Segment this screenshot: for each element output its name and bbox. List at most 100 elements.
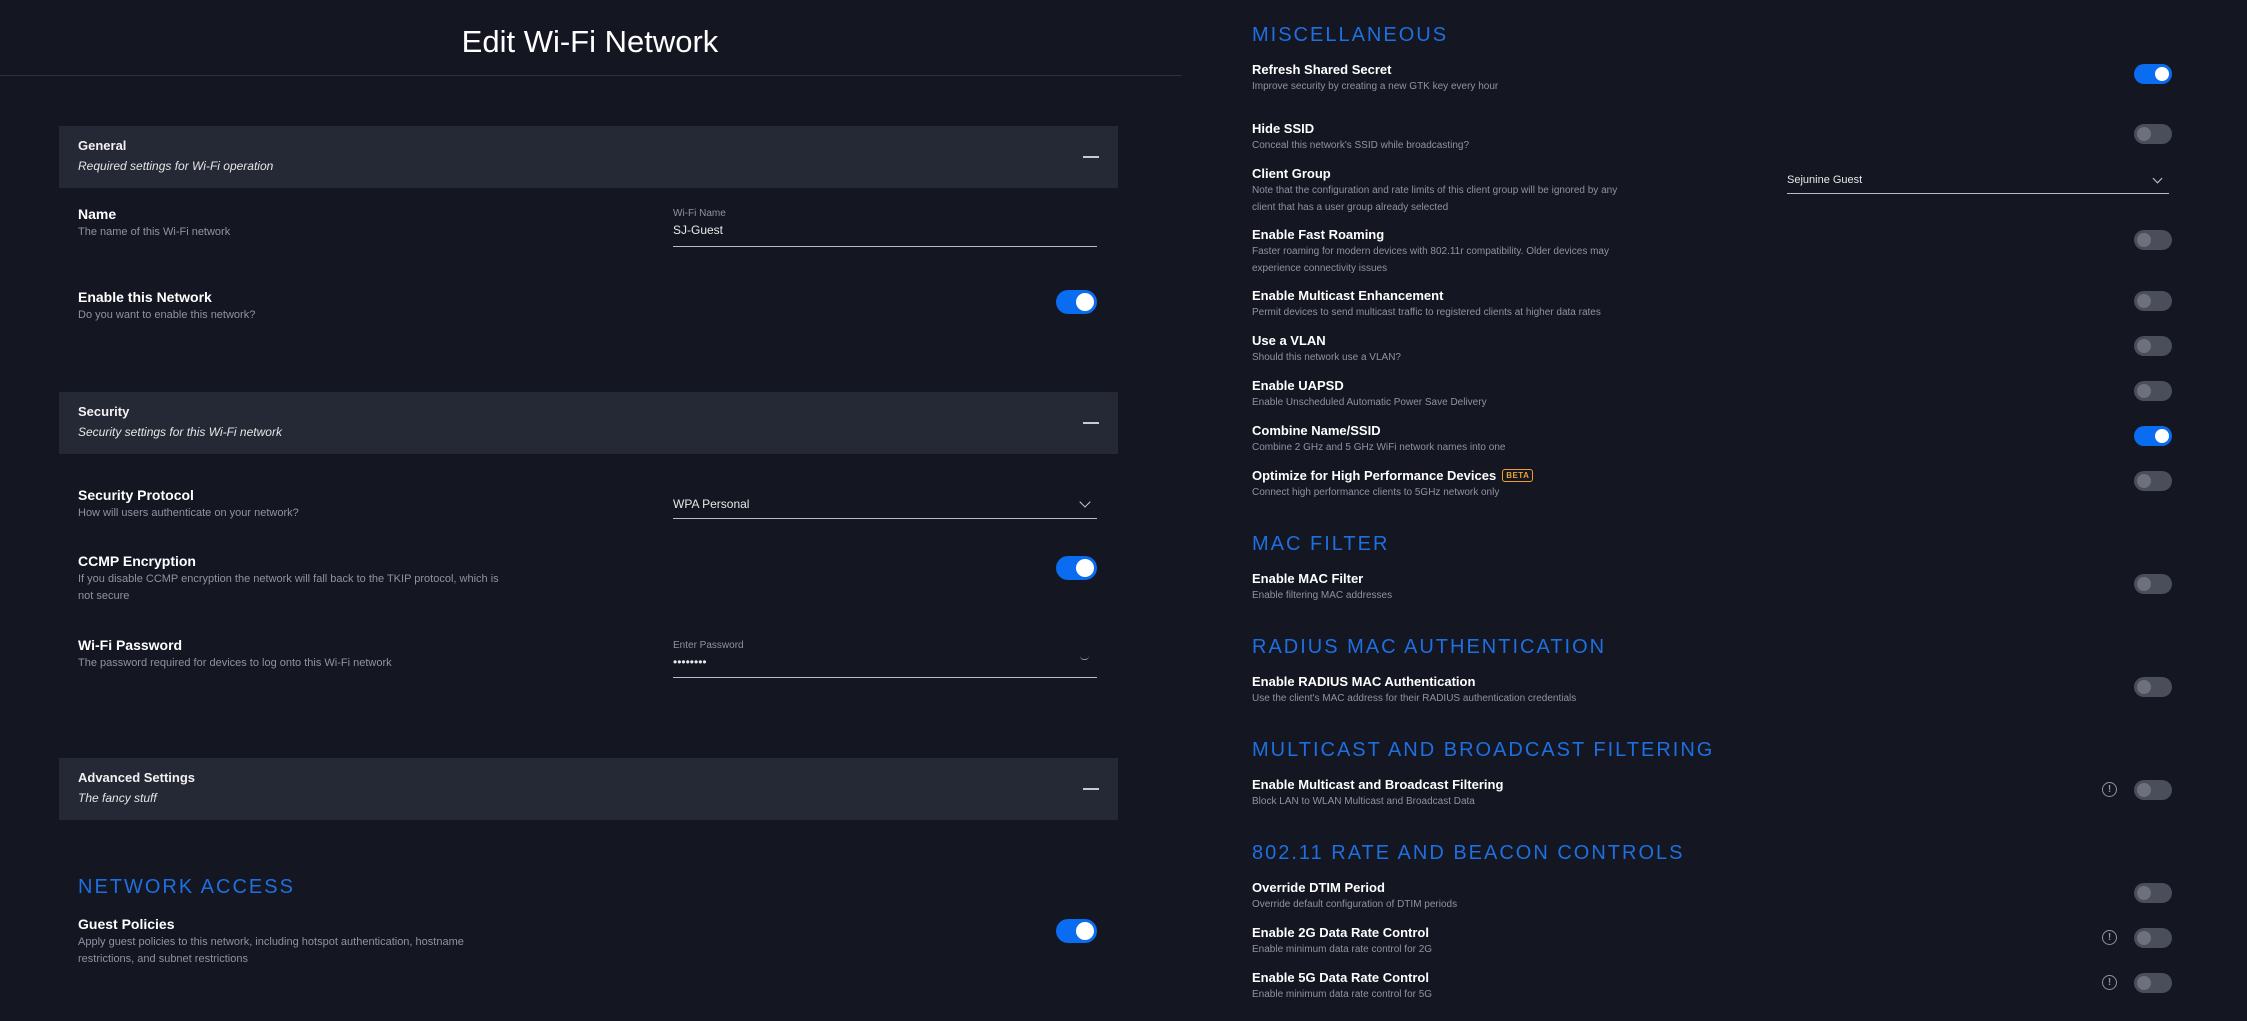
ccmp-description: If you disable CCMP encryption the netwo…: [78, 571, 499, 605]
fast-roaming-setting: Enable Fast Roaming Faster roaming for m…: [1252, 227, 1609, 277]
ccmp-description-line1: If you disable CCMP encryption the netwo…: [78, 573, 499, 585]
ccmp-setting: CCMP Encryption If you disable CCMP encr…: [78, 553, 499, 605]
section-advanced-header[interactable]: Advanced Settings The fancy stuff: [59, 758, 1118, 820]
multicast-filtering-heading: MULTICAST AND BROADCAST FILTERING: [1252, 739, 1715, 761]
collapse-minus-icon[interactable]: [1083, 788, 1099, 790]
guest-policies-toggle[interactable]: [1056, 919, 1097, 943]
ccmp-label: CCMP Encryption: [78, 553, 196, 569]
high-performance-toggle[interactable]: [2134, 471, 2172, 491]
guest-policies-setting: Guest Policies Apply guest policies to t…: [78, 916, 464, 968]
toggle-knob: [2137, 680, 2151, 694]
rate-5g-setting: Enable 5G Data Rate Control Enable minim…: [1252, 970, 1432, 1003]
info-icon[interactable]: !: [2102, 930, 2117, 945]
wifi-password-input[interactable]: Enter Password ••••••••: [673, 640, 1097, 678]
multicast-enhancement-toggle[interactable]: [2134, 291, 2172, 311]
guest-policies-description-line1: Apply guest policies to this network, in…: [78, 936, 464, 948]
section-advanced-title: Advanced Settings: [78, 770, 196, 785]
toggle-knob: [2137, 127, 2151, 141]
hide-ssid-label: Hide SSID: [1252, 121, 1315, 136]
name-setting: Name The name of this Wi-Fi network: [78, 206, 230, 241]
wifi-name-value[interactable]: SJ-Guest: [673, 223, 1097, 237]
page-title: Edit Wi-Fi Network: [461, 24, 719, 59]
radius-setting: Enable RADIUS MAC Authentication Use the…: [1252, 674, 1576, 707]
enable-network-label: Enable this Network: [78, 289, 212, 305]
client-group-select[interactable]: Sejunine Guest: [1787, 172, 2169, 194]
multicast-filtering-label: Enable Multicast and Broadcast Filtering: [1252, 777, 1504, 792]
radius-heading: RADIUS MAC AUTHENTICATION: [1252, 636, 1607, 658]
high-performance-setting: Optimize for High Performance Devices BET…: [1252, 468, 1534, 501]
uapsd-setting: Enable UAPSD Enable Unscheduled Automati…: [1252, 378, 1487, 411]
high-performance-label-row: Optimize for High Performance Devices BET…: [1252, 468, 1534, 483]
refresh-secret-toggle[interactable]: [2134, 64, 2172, 84]
toggle-knob: [2137, 783, 2151, 797]
radius-toggle[interactable]: [2134, 677, 2172, 697]
enable-network-toggle[interactable]: [1056, 290, 1097, 314]
multicast-filtering-toggle[interactable]: [2134, 780, 2172, 800]
combine-ssid-setting: Combine Name/SSID Combine 2 GHz and 5 GH…: [1252, 423, 1505, 456]
enable-network-setting: Enable this Network Do you want to enabl…: [78, 289, 255, 324]
wifi-password-setting: Wi-Fi Password The password required for…: [78, 637, 392, 672]
section-security-header[interactable]: Security Security settings for this Wi-F…: [59, 392, 1118, 454]
fast-roaming-toggle[interactable]: [2134, 230, 2172, 250]
client-group-description: Note that the configuration and rate lim…: [1252, 182, 1617, 216]
right-panel: MISCELLANEOUS Refresh Shared Secret Impr…: [1252, 0, 2182, 1021]
enable-network-description: Do you want to enable this network?: [78, 309, 256, 321]
info-icon[interactable]: !: [2102, 975, 2117, 990]
mac-filter-toggle[interactable]: [2134, 574, 2172, 594]
ccmp-toggle[interactable]: [1056, 556, 1097, 580]
collapse-minus-icon[interactable]: [1083, 422, 1099, 424]
multicast-filtering-description: Block LAN to WLAN Multicast and Broadcas…: [1252, 796, 1475, 807]
name-description: The name of this Wi-Fi network: [78, 226, 231, 238]
wifi-password-value[interactable]: ••••••••: [673, 655, 1097, 669]
rate-2g-description: Enable minimum data rate control for 2G: [1252, 944, 1433, 955]
vlan-description: Should this network use a VLAN?: [1252, 352, 1401, 363]
vlan-toggle[interactable]: [2134, 336, 2172, 356]
security-protocol-description: How will users authenticate on your netw…: [78, 507, 299, 519]
security-protocol-select[interactable]: WPA Personal: [673, 495, 1097, 519]
toggle-knob: [2137, 294, 2151, 308]
combine-ssid-toggle[interactable]: [2134, 426, 2172, 446]
wifi-name-input[interactable]: Wi-Fi Name SJ-Guest: [673, 208, 1097, 247]
dtim-toggle[interactable]: [2134, 883, 2172, 903]
collapse-minus-icon[interactable]: [1083, 156, 1099, 158]
radius-label: Enable RADIUS MAC Authentication: [1252, 674, 1476, 689]
wifi-password-field-label: Enter Password: [673, 640, 744, 651]
uapsd-toggle[interactable]: [2134, 381, 2172, 401]
guest-policies-label: Guest Policies: [78, 916, 175, 932]
section-security-subtitle: Security settings for this Wi-Fi network: [78, 425, 282, 439]
mac-filter-description: Enable filtering MAC addresses: [1252, 590, 1393, 601]
refresh-secret-description: Improve security by creating a new GTK k…: [1252, 81, 1499, 92]
section-general-header[interactable]: General Required settings for Wi-Fi oper…: [59, 126, 1118, 188]
beta-badge: BETA: [1502, 469, 1534, 482]
rate-5g-toggle[interactable]: [2134, 973, 2172, 993]
toggle-knob: [2137, 339, 2151, 353]
toggle-knob: [2155, 67, 2169, 81]
security-protocol-label: Security Protocol: [78, 487, 194, 503]
info-icon[interactable]: !: [2102, 782, 2117, 797]
toggle-knob: [2137, 577, 2151, 591]
mac-filter-setting: Enable MAC Filter Enable filtering MAC a…: [1252, 571, 1392, 604]
toggle-knob: [2137, 931, 2151, 945]
multicast-filtering-setting: Enable Multicast and Broadcast Filtering…: [1252, 777, 1503, 810]
client-group-setting: Client Group Note that the configuration…: [1252, 166, 1617, 216]
uapsd-description: Enable Unscheduled Automatic Power Save …: [1252, 397, 1487, 408]
rate-2g-toggle[interactable]: [2134, 928, 2172, 948]
client-group-label: Client Group: [1252, 166, 1331, 181]
hide-ssid-toggle[interactable]: [2134, 124, 2172, 144]
refresh-secret-setting: Refresh Shared Secret Improve security b…: [1252, 62, 1498, 95]
mac-filter-heading: MAC FILTER: [1252, 533, 1390, 555]
toggle-knob: [2137, 976, 2151, 990]
wifi-name-field-label: Wi-Fi Name: [673, 208, 726, 219]
high-performance-label: Optimize for High Performance Devices: [1252, 468, 1497, 483]
fast-roaming-description-line1: Faster roaming for modern devices with 8…: [1252, 246, 1609, 257]
fast-roaming-description-line2: experience connectivity issues: [1252, 263, 1388, 274]
rate-5g-description: Enable minimum data rate control for 5G: [1252, 989, 1433, 1000]
radius-description: Use the client's MAC address for their R…: [1252, 693, 1577, 704]
toggle-knob: [2137, 886, 2151, 900]
dtim-description: Override default configuration of DTIM p…: [1252, 899, 1458, 910]
client-group-description-line2: client that has a user group already sel…: [1252, 202, 1449, 213]
hide-ssid-setting: Hide SSID Conceal this network's SSID wh…: [1252, 121, 1469, 154]
section-general-title: General: [78, 138, 127, 153]
misc-heading: MISCELLANEOUS: [1252, 24, 1449, 46]
toggle-knob: [1076, 293, 1094, 311]
